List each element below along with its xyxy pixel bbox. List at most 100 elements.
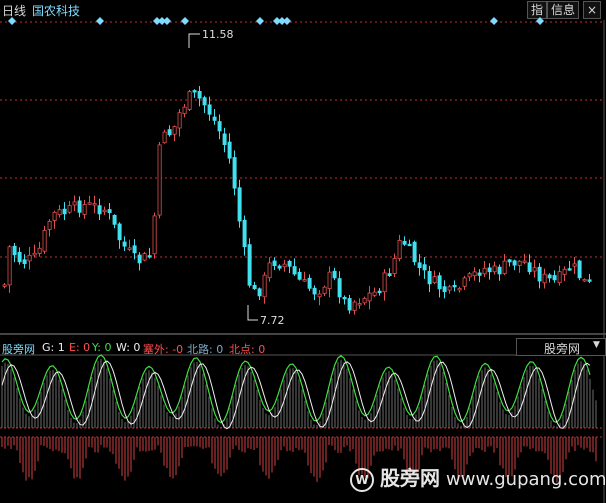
candle <box>137 254 142 264</box>
candle <box>57 209 62 216</box>
candle <box>177 112 182 129</box>
candle <box>277 265 282 269</box>
candle <box>312 287 317 295</box>
candle <box>112 214 117 225</box>
candle <box>392 258 397 274</box>
candle <box>427 271 432 285</box>
signal-diamond <box>163 17 171 25</box>
candle <box>342 296 347 300</box>
candle <box>467 273 472 278</box>
indicator-y: Y: 0 <box>92 341 112 354</box>
candle <box>497 266 502 275</box>
candle <box>67 205 72 213</box>
candle <box>52 211 57 221</box>
candle <box>452 284 457 288</box>
candle <box>87 202 92 205</box>
indicator-name: 股旁网 <box>2 343 35 356</box>
signal-diamond <box>256 17 264 25</box>
candle <box>12 245 17 256</box>
signal-diamond <box>536 17 544 25</box>
indicator-dropdown-label: 股旁网 <box>544 342 581 356</box>
candle <box>332 270 337 279</box>
candle <box>412 241 417 263</box>
candle <box>407 243 412 247</box>
candle <box>122 241 127 247</box>
candle <box>552 275 557 281</box>
candle <box>282 263 287 268</box>
candle <box>337 278 342 298</box>
candle <box>447 286 452 291</box>
candle <box>77 200 82 213</box>
candle <box>107 209 112 214</box>
candle <box>347 298 352 311</box>
candle <box>397 239 402 260</box>
candle <box>507 259 512 263</box>
low-marker-line <box>247 305 258 321</box>
candle <box>377 290 382 294</box>
candle <box>517 260 522 266</box>
candle <box>162 131 167 144</box>
candle <box>502 260 507 275</box>
indicator-beidian: 北点: 0 <box>229 343 266 356</box>
candle <box>7 246 12 286</box>
candle <box>587 279 592 282</box>
candle <box>437 275 442 290</box>
candle <box>487 267 492 273</box>
candle <box>242 219 247 248</box>
candle <box>532 267 537 272</box>
candle <box>27 254 32 262</box>
indicator-beilu: 北路: 0 <box>187 343 224 356</box>
candle <box>297 271 302 280</box>
watermark-url: www.gupang.com <box>446 469 606 490</box>
candle <box>477 272 482 276</box>
candle <box>37 247 42 254</box>
signal-diamond <box>490 17 498 25</box>
candle <box>132 245 137 254</box>
candle <box>127 247 132 250</box>
indicator-e: E: 0 <box>69 341 91 354</box>
candle <box>97 205 102 215</box>
candle <box>462 277 467 287</box>
candle <box>512 260 517 266</box>
candle <box>17 251 22 263</box>
candle <box>272 260 277 267</box>
candle <box>267 262 272 279</box>
low-price-label: 7.72 <box>260 314 285 327</box>
candle <box>142 253 147 261</box>
indicator-dropdown[interactable]: 股旁网 ▼ <box>516 338 606 356</box>
candle <box>32 252 37 256</box>
candle <box>192 90 197 93</box>
candle <box>2 284 7 287</box>
candle <box>567 268 572 271</box>
candle <box>22 259 27 265</box>
candle <box>582 279 587 282</box>
kline-chart[interactable]: 11.58 7.72 <box>0 0 606 503</box>
candle <box>237 187 242 222</box>
candle <box>367 292 372 302</box>
candle <box>422 264 427 271</box>
candle <box>352 301 357 311</box>
candle <box>327 271 332 289</box>
candle <box>482 267 487 275</box>
candle <box>577 260 582 279</box>
candle <box>557 271 562 284</box>
high-marker-line <box>188 33 200 48</box>
candle <box>372 291 377 296</box>
watermark-text: 股旁网 <box>380 466 440 490</box>
logo-icon: W <box>350 467 374 492</box>
candle <box>302 279 307 282</box>
candle <box>207 104 212 115</box>
candle <box>362 297 367 304</box>
candle <box>572 263 577 267</box>
candle <box>182 106 187 114</box>
candle <box>432 276 437 284</box>
candle <box>212 116 217 121</box>
candle <box>187 91 192 110</box>
candle <box>222 133 227 146</box>
candle <box>317 293 322 298</box>
indicator-w: W: 0 <box>116 341 141 354</box>
candle <box>102 209 107 213</box>
candle <box>247 244 252 286</box>
candle <box>542 273 547 284</box>
candle <box>527 262 532 273</box>
